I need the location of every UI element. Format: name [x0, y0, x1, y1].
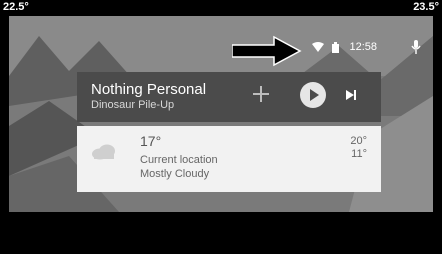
status-bar: 12:58 [312, 38, 421, 56]
left-temperature: 22.5° [3, 1, 29, 13]
android-auto-screen: 12:58 Nothing Personal Dinosaur Pile-Up … [9, 16, 433, 212]
media-card[interactable]: Nothing Personal Dinosaur Pile-Up [77, 72, 381, 122]
cloud-icon [91, 144, 117, 165]
frame-top-bar: 22.5° 23.5° [0, 0, 442, 16]
play-icon[interactable] [299, 81, 327, 114]
right-temperature: 23.5° [413, 1, 439, 13]
song-artist: Dinosaur Pile-Up [91, 99, 175, 111]
weather-card[interactable]: 17° Current location Mostly Cloudy 20° 1… [77, 126, 381, 192]
song-title: Nothing Personal [91, 81, 207, 98]
skip-next-icon[interactable] [343, 87, 359, 108]
battery-icon [332, 41, 340, 53]
low-temperature: 11° [351, 148, 367, 160]
callout-arrow [232, 35, 302, 67]
current-temperature: 17° [140, 133, 162, 149]
microphone-icon[interactable] [411, 40, 421, 54]
wifi-icon [312, 42, 325, 52]
weather-condition: Mostly Cloudy [140, 168, 210, 180]
high-temperature: 20° [350, 135, 367, 147]
weather-location: Current location [140, 154, 218, 166]
status-time: 12:58 [349, 41, 377, 53]
add-icon[interactable] [252, 85, 270, 108]
